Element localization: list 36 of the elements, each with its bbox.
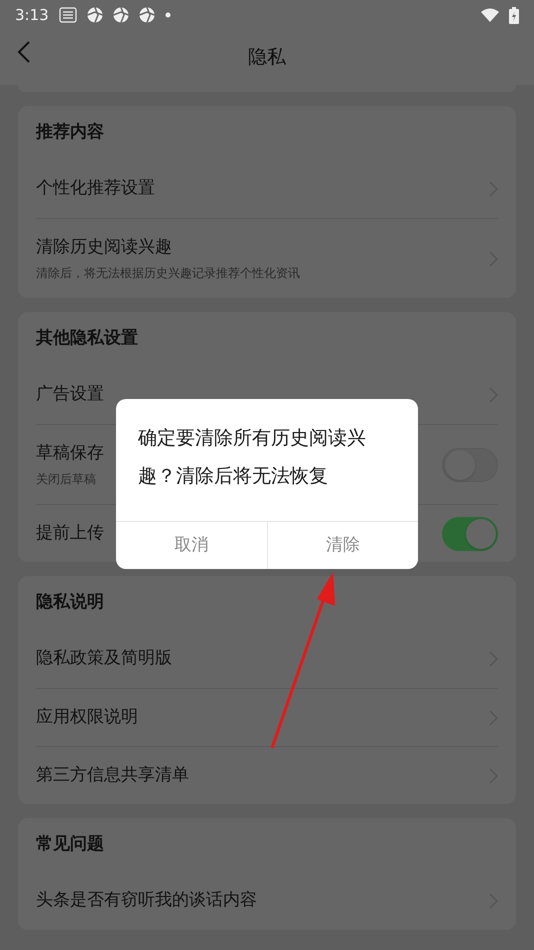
dialog-button[interactable]: 取消	[116, 522, 266, 569]
row-label: 提前上传	[36, 522, 104, 545]
settings-row[interactable]: 应用权限说明	[36, 688, 498, 746]
section-title: 隐私说明	[36, 591, 104, 614]
row-label: 个性化推荐设置	[36, 177, 155, 200]
section-title: 常见问题	[36, 833, 104, 856]
row-hint: 关闭后草稿	[36, 471, 96, 488]
row-label: 广告设置	[36, 383, 104, 406]
row-label: 应用权限说明	[36, 706, 138, 729]
status-time: 3:13	[15, 4, 49, 26]
settings-row[interactable]: 广告设置	[36, 366, 498, 424]
row-label: 隐私政策及简明版	[36, 647, 172, 670]
toggle-switch[interactable]	[442, 516, 498, 550]
battery-icon	[509, 6, 519, 24]
settings-row[interactable]: 隐私政策及简明版	[36, 630, 498, 688]
aperture-icon	[112, 7, 129, 23]
settings-row[interactable]: 第三方信息共享清单	[36, 746, 498, 804]
settings-row[interactable]: 清除历史阅读兴趣 清除后，将无法根据历史兴趣记录推荐个性化资讯	[36, 218, 498, 298]
settings-row[interactable]: 头条是否有窃听我的谈话内容	[36, 872, 498, 930]
app-notification-icon	[58, 7, 77, 23]
row-hint: 清除后，将无法根据历史兴趣记录推荐个性化资讯	[36, 265, 300, 282]
row-label: 清除历史阅读兴趣	[36, 236, 172, 259]
aperture-icon	[86, 7, 103, 23]
dot-icon	[164, 12, 171, 18]
dialog-message: 确定要清除所有历史阅读兴趣？清除后将无法恢复	[138, 426, 367, 489]
wifi-icon	[481, 8, 499, 22]
row-label: 第三方信息共享清单	[36, 764, 189, 787]
section-title: 推荐内容	[36, 121, 104, 144]
aperture-icon	[138, 7, 155, 23]
row-label: 头条是否有窃听我的谈话内容	[36, 889, 257, 912]
back-icon[interactable]	[17, 41, 31, 63]
section-title: 其他隐私设置	[36, 327, 138, 350]
settings-row[interactable]: 个性化推荐设置	[36, 160, 498, 218]
dialog-button[interactable]: 清除	[266, 522, 418, 569]
row-label: 草稿保存	[36, 442, 104, 465]
page-title: 隐私	[248, 45, 286, 70]
